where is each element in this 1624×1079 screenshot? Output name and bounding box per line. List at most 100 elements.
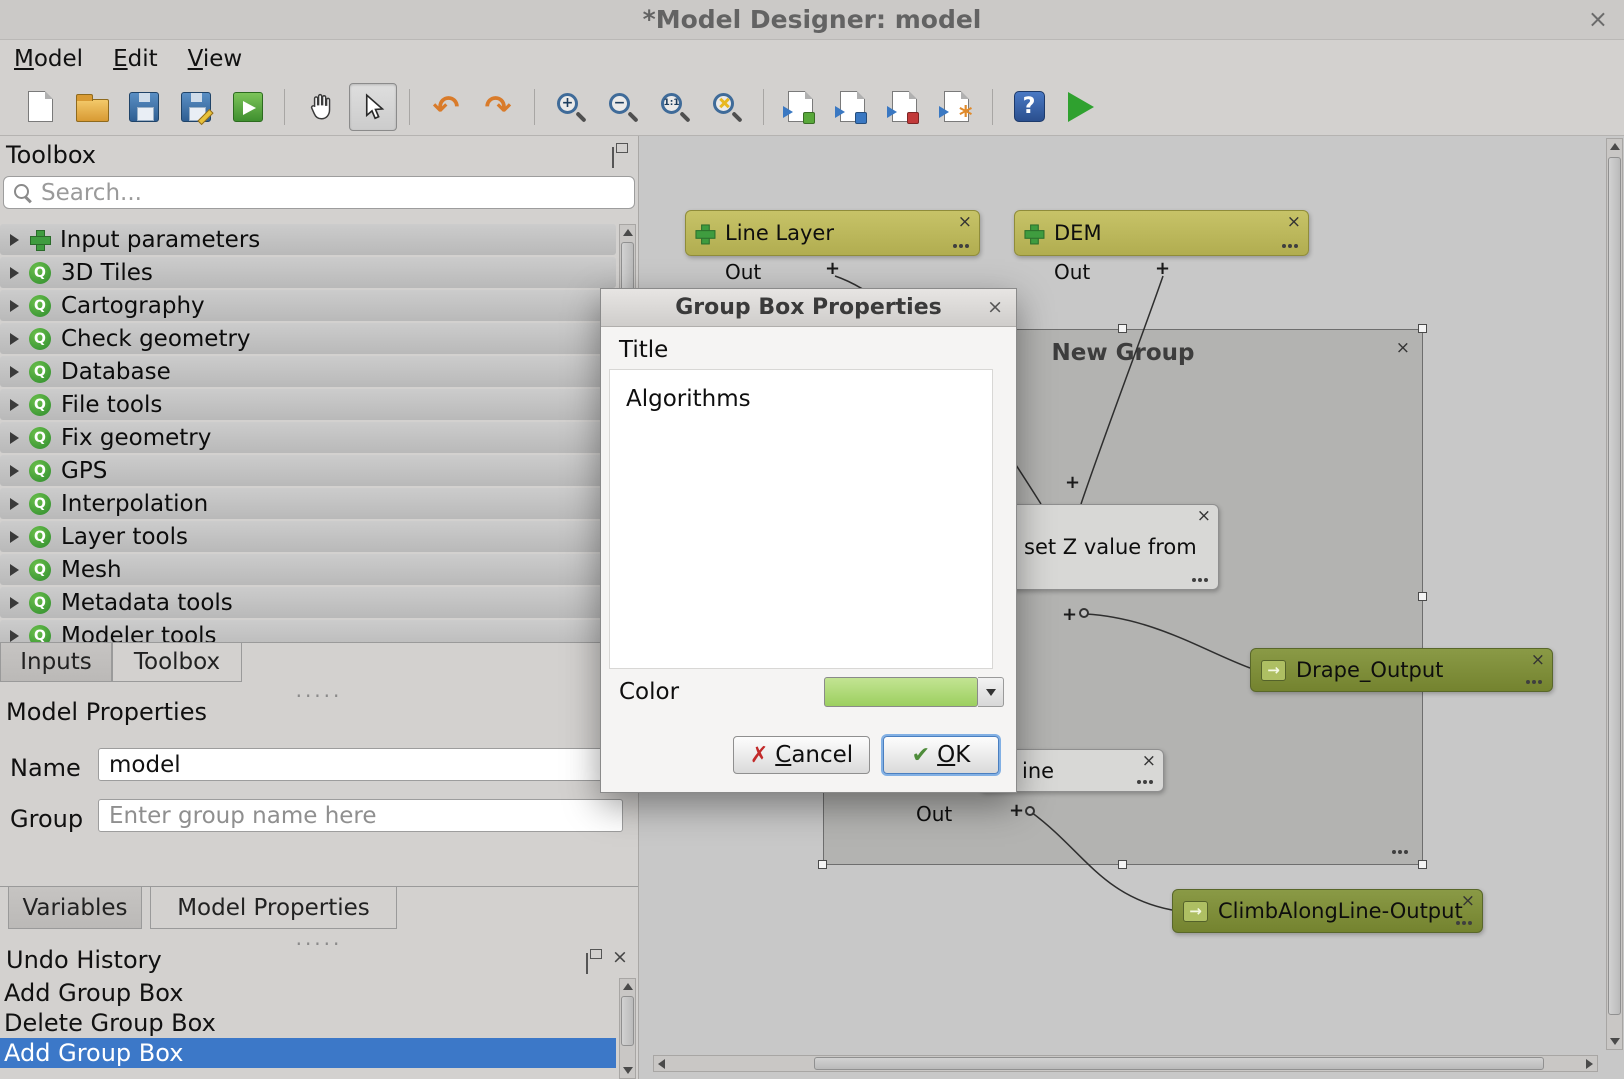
export-pdf-button[interactable] <box>880 83 928 131</box>
expander-icon[interactable] <box>10 465 19 477</box>
color-swatch[interactable] <box>824 677 978 707</box>
toolbox-item-modeler-tools[interactable]: Q Modeler tools <box>0 620 616 642</box>
expand-plus-icon[interactable]: + <box>1155 260 1170 278</box>
float-panel-icon[interactable] <box>612 147 614 168</box>
node-drape-output[interactable]: → Drape_Output × <box>1250 648 1553 692</box>
output-socket[interactable] <box>1025 806 1035 816</box>
remove-node-icon[interactable]: × <box>1461 891 1475 911</box>
undo-item[interactable]: Add Group Box <box>0 978 616 1008</box>
expand-plus-icon[interactable]: + <box>1065 474 1080 492</box>
undo-button[interactable]: ↶ <box>422 83 470 131</box>
save-model-button[interactable] <box>120 83 168 131</box>
toolbox-item-gps[interactable]: Q GPS <box>0 455 616 486</box>
menu-model[interactable]: Model <box>14 46 83 72</box>
toolbox-item-layer-tools[interactable]: Q Layer tools <box>0 521 616 552</box>
tab-model-properties[interactable]: Model Properties <box>150 887 397 929</box>
expander-icon[interactable] <box>10 399 19 411</box>
expander-icon[interactable] <box>10 597 19 609</box>
selection-handle[interactable] <box>1418 324 1427 333</box>
toolbox-item-3d-tiles[interactable]: Q 3D Tiles <box>0 257 616 288</box>
selection-handle[interactable] <box>1418 592 1427 601</box>
expander-icon[interactable] <box>10 564 19 576</box>
expander-icon[interactable] <box>10 531 19 543</box>
search-input[interactable] <box>41 180 601 206</box>
model-name-field[interactable] <box>98 748 635 781</box>
remove-node-icon[interactable]: × <box>1531 650 1545 670</box>
close-panel-icon[interactable]: × <box>612 948 628 967</box>
scrollbar-thumb[interactable] <box>621 996 634 1046</box>
expand-plus-icon[interactable]: + <box>1009 802 1024 820</box>
scroll-up-icon[interactable] <box>620 225 635 240</box>
expander-icon[interactable] <box>10 234 19 246</box>
zoom-full-button[interactable] <box>703 83 751 131</box>
dialog-titlebar[interactable]: Group Box Properties × <box>601 289 1016 327</box>
selection-handle[interactable] <box>1118 324 1127 333</box>
save-in-project-button[interactable] <box>224 83 272 131</box>
color-dropdown-button[interactable] <box>978 677 1004 707</box>
expand-plus-icon[interactable]: + <box>825 260 840 278</box>
toolbox-item-fix-geometry[interactable]: Q Fix geometry <box>0 422 616 453</box>
expander-icon[interactable] <box>10 498 19 510</box>
toolbox-item-input-parameters[interactable]: Input parameters <box>0 224 616 255</box>
expand-dots-icon[interactable] <box>1282 244 1286 248</box>
export-image-button[interactable] <box>776 83 824 131</box>
node-line-layer[interactable]: Line Layer × <box>685 210 980 256</box>
expander-icon[interactable] <box>10 333 19 345</box>
expand-dots-icon[interactable] <box>1137 780 1141 784</box>
undo-item-selected[interactable]: Add Group Box <box>0 1038 616 1068</box>
pan-button[interactable] <box>297 83 345 131</box>
expander-icon[interactable] <box>10 300 19 312</box>
expander-icon[interactable] <box>10 366 19 378</box>
selection-handle[interactable] <box>818 860 827 869</box>
model-group-field[interactable] <box>98 799 623 832</box>
menu-view[interactable]: View <box>188 46 243 72</box>
node-climbalongline-output[interactable]: → ClimbAlongLine-Output × <box>1172 889 1483 933</box>
export-svg-button[interactable] <box>828 83 876 131</box>
toolbox-item-metadata-tools[interactable]: Q Metadata tools <box>0 587 616 618</box>
expander-icon[interactable] <box>10 630 19 642</box>
run-model-button[interactable] <box>1057 83 1105 131</box>
expander-icon[interactable] <box>10 432 19 444</box>
remove-node-icon[interactable]: × <box>1142 751 1156 771</box>
toolbox-item-check-geometry[interactable]: Q Check geometry <box>0 323 616 354</box>
undo-item[interactable]: Delete Group Box <box>0 1008 616 1038</box>
tab-variables[interactable]: Variables <box>8 887 142 929</box>
ok-button[interactable]: ✔ OK <box>883 736 999 774</box>
export-script-button[interactable]: * <box>932 83 980 131</box>
undo-scrollbar[interactable] <box>619 978 636 1079</box>
expand-dots-icon[interactable] <box>953 244 957 248</box>
toolbox-item-file-tools[interactable]: Q File tools <box>0 389 616 420</box>
float-panel-icon[interactable] <box>586 953 588 974</box>
remove-node-icon[interactable]: × <box>1197 506 1211 526</box>
tab-toolbox[interactable]: Toolbox <box>112 643 242 682</box>
toolbox-item-cartography[interactable]: Q Cartography <box>0 290 616 321</box>
menu-edit[interactable]: Edit <box>113 46 158 72</box>
remove-node-icon[interactable]: × <box>958 212 972 232</box>
expander-icon[interactable] <box>10 267 19 279</box>
save-model-as-button[interactable] <box>172 83 220 131</box>
cancel-button[interactable]: ✗ Cancel <box>733 736 870 774</box>
selection-handle[interactable] <box>1118 860 1127 869</box>
tab-inputs[interactable]: Inputs <box>0 643 112 682</box>
zoom-in-button[interactable]: + <box>547 83 595 131</box>
node-dem[interactable]: DEM × <box>1014 210 1309 256</box>
expand-dots-icon[interactable] <box>1526 680 1530 684</box>
toolbox-item-database[interactable]: Q Database <box>0 356 616 387</box>
scroll-up-icon[interactable] <box>620 979 635 994</box>
dialog-close-icon[interactable]: × <box>987 296 1003 318</box>
help-button[interactable]: ? <box>1005 83 1053 131</box>
open-model-button[interactable] <box>68 83 116 131</box>
redo-button[interactable]: ↷ <box>474 83 522 131</box>
group-title-textedit[interactable]: Algorithms <box>609 369 993 669</box>
new-model-button[interactable] <box>16 83 64 131</box>
window-close-icon[interactable]: × <box>1588 5 1608 33</box>
toolbox-item-interpolation[interactable]: Q Interpolation <box>0 488 616 519</box>
toolbox-item-mesh[interactable]: Q Mesh <box>0 554 616 585</box>
expand-dots-icon[interactable] <box>1456 921 1460 925</box>
zoom-out-button[interactable]: − <box>599 83 647 131</box>
selection-handle[interactable] <box>1418 860 1427 869</box>
output-socket[interactable] <box>1079 608 1089 618</box>
expand-dots-icon[interactable] <box>1192 578 1196 582</box>
expand-plus-icon[interactable]: + <box>1062 606 1077 624</box>
remove-node-icon[interactable]: × <box>1287 212 1301 232</box>
